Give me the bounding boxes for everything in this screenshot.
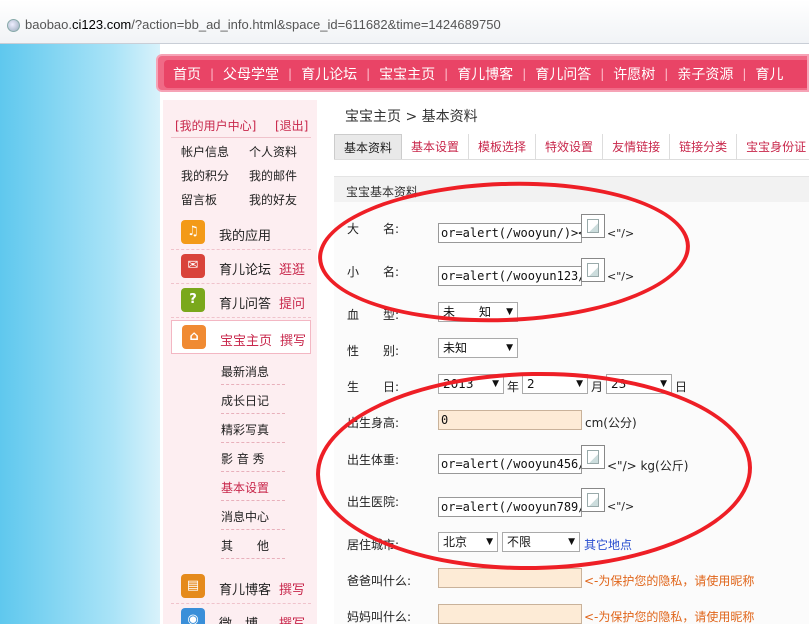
sidebar-row-baby-home[interactable]: ⌂ 宝宝主页 撰写 [171, 320, 311, 354]
father-input[interactable] [438, 568, 582, 588]
chat-icon: ✉ [181, 254, 205, 278]
page-background-stripe [0, 44, 160, 624]
address-bar[interactable]: baobao.ci123.com/?action=bb_ad_info.html… [0, 0, 809, 44]
question-icon: ? [181, 288, 205, 312]
top-nav: 首页 | 父母学堂 | 育儿论坛 | 宝宝主页 | 育儿博客 | 育儿问答 | 许愿树 | 亲… [156, 54, 809, 92]
sidebar-row-weibo[interactable]: ◉ 微 博 撰写 [171, 604, 311, 624]
headphones-icon: ♫ [181, 220, 205, 244]
submenu-video[interactable]: 影 音 秀 [221, 442, 285, 472]
tab-basic-info[interactable]: 基本资料 [334, 134, 403, 159]
nav-more[interactable]: 育儿 [746, 64, 792, 84]
mother-input[interactable] [438, 604, 582, 624]
submenu-photos[interactable]: 精彩写真 [221, 413, 285, 443]
submenu-latest-news[interactable]: 最新消息 [221, 355, 285, 385]
tab-bar: 基本资料 基本设置 模板选择 特效设置 友情链接 链接分类 宝宝身份证 [334, 134, 809, 160]
notepad-icon: ▤ [181, 574, 205, 598]
nav-blog[interactable]: 育儿博客 [448, 64, 522, 84]
nav-resources[interactable]: 亲子资源 [668, 64, 742, 84]
home-icon: ⌂ [182, 325, 206, 349]
breadcrumb-current: 基本资料 [421, 109, 478, 125]
url-text[interactable]: baobao.ci123.com/?action=bb_ad_info.html… [25, 17, 501, 32]
chevron-down-icon: ▼ [506, 343, 513, 353]
sidebar-row-my-apps[interactable]: ♫ 我的应用 [171, 216, 311, 250]
submenu-basic-settings[interactable]: 基本设置 [221, 471, 285, 501]
user-center-link[interactable]: [我的用户中心] [175, 117, 256, 134]
sidebar-row-forum[interactable]: ✉ 育儿论坛 逛逛 [171, 250, 311, 284]
father-privacy-hint: <-为保护您的隐私，请使用昵称 [584, 574, 755, 588]
submenu-growth-diary[interactable]: 成长日记 [221, 384, 285, 414]
tab-link-category[interactable]: 链接分类 [670, 134, 738, 159]
breadcrumb-home[interactable]: 宝宝主页 [345, 109, 401, 125]
birthday-label: 生 日: [347, 380, 400, 394]
breadcrumb: 宝宝主页 > 基本资料 [345, 109, 478, 125]
nav-wish-tree[interactable]: 许愿树 [604, 64, 664, 84]
baby-home-write-link[interactable]: 撰写 [280, 330, 306, 349]
tab-baby-id[interactable]: 宝宝身份证 [737, 134, 809, 159]
mail-link[interactable]: 我的邮件 [249, 167, 297, 184]
user-center-header: [我的用户中心] [退出] [171, 112, 311, 138]
sidebar-row-qa[interactable]: ? 育儿问答 提问 [171, 284, 311, 318]
weibo-write-link[interactable]: 撰写 [279, 613, 305, 624]
nav-qa[interactable]: 育儿问答 [526, 64, 600, 84]
father-label: 爸爸叫什么: [347, 574, 412, 588]
guestbook-link[interactable]: 留言板 [181, 191, 217, 208]
tab-basic-settings[interactable]: 基本设置 [402, 134, 470, 159]
tab-template[interactable]: 模板选择 [469, 134, 537, 159]
points-link[interactable]: 我的积分 [181, 167, 229, 184]
nav-baby-home[interactable]: 宝宝主页 [370, 64, 444, 84]
sidebar-row-blog[interactable]: ▤ 育儿博客 撰写 [171, 570, 311, 604]
mother-privacy-hint: <-为保护您的隐私，请使用昵称 [584, 610, 755, 624]
nav-forum[interactable]: 育儿论坛 [292, 64, 366, 84]
weibo-icon: ◉ [181, 608, 205, 624]
sidebar: [我的用户中心] [退出] 帐户信息 个人资料 我的积分 我的邮件 留言板 我的… [163, 100, 317, 624]
nav-home[interactable]: 首页 [164, 64, 210, 84]
gender-select[interactable]: 未知 ▼ [438, 338, 518, 358]
gender-label: 性 别: [347, 344, 400, 358]
globe-icon [7, 19, 20, 32]
nav-parent-school[interactable]: 父母学堂 [214, 64, 288, 84]
profile-link[interactable]: 个人资料 [249, 143, 297, 160]
forum-browse-link[interactable]: 逛逛 [279, 259, 305, 278]
friends-link[interactable]: 我的好友 [249, 191, 297, 208]
mother-label: 妈妈叫什么: [347, 610, 412, 624]
account-info-link[interactable]: 帐户信息 [181, 143, 229, 160]
logout-link[interactable]: [退出] [275, 117, 308, 134]
submenu-other[interactable]: 其 他 [221, 529, 285, 559]
qa-ask-link[interactable]: 提问 [279, 293, 305, 312]
tab-friend-links[interactable]: 友情链接 [603, 134, 671, 159]
blog-write-link[interactable]: 撰写 [279, 579, 305, 598]
tab-effects[interactable]: 特效设置 [536, 134, 604, 159]
submenu-messages[interactable]: 消息中心 [221, 500, 285, 530]
